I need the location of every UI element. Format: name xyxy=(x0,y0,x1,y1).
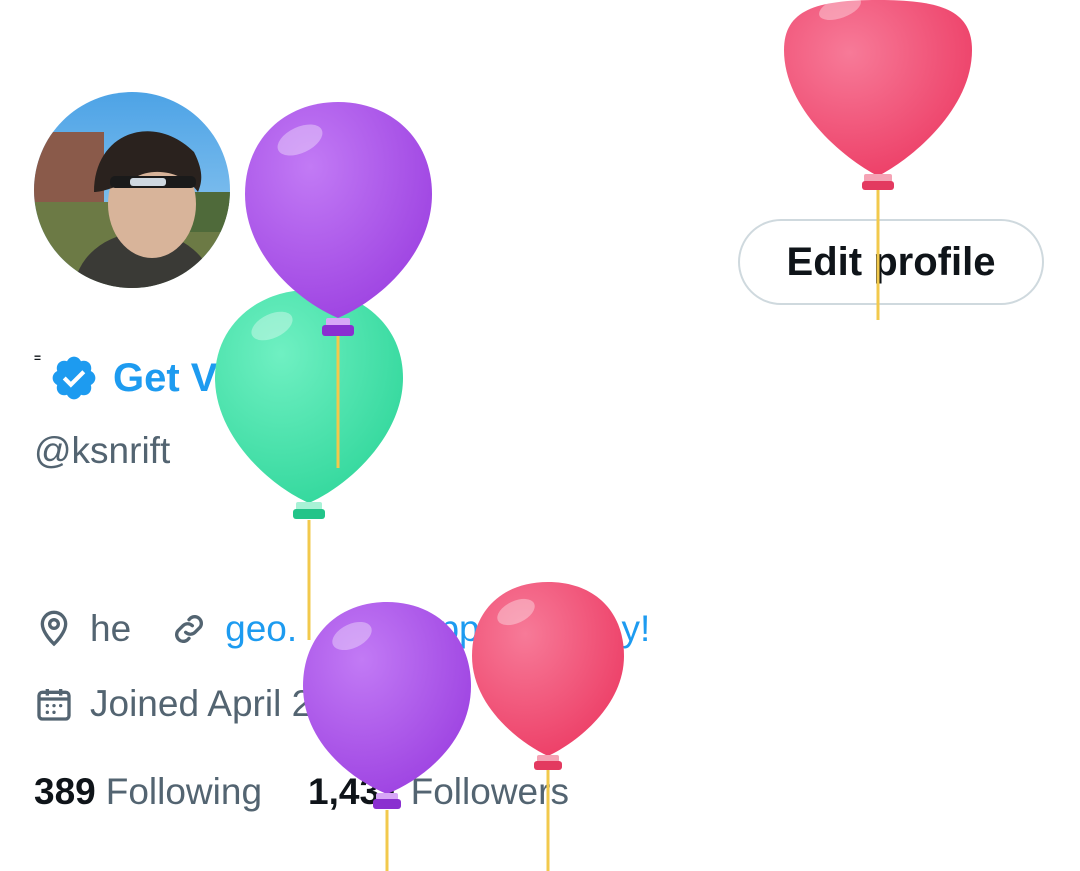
avatar[interactable] xyxy=(34,92,230,288)
name-row: = Get Verified xyxy=(34,350,335,406)
location-text: he xyxy=(90,608,132,649)
follow-stats: 389 Following 1,431 Followers xyxy=(34,766,615,818)
balloon-icon xyxy=(343,612,367,644)
following-label: Following xyxy=(105,771,263,812)
get-verified-link[interactable]: Get Verified xyxy=(113,356,335,401)
profile-meta-row: he geo. Happy birthday! xyxy=(34,604,688,654)
edit-profile-button[interactable]: Edit profile xyxy=(738,219,1044,305)
following-count: 389 xyxy=(34,771,96,812)
location-item: he xyxy=(34,608,131,650)
joined-row: Joined April 2022 xyxy=(34,679,412,729)
website-link[interactable]: geo. xyxy=(225,608,297,650)
user-handle: @ksnrift xyxy=(34,430,171,471)
balloon-purple-top xyxy=(245,102,432,468)
balloon-green xyxy=(215,290,403,640)
following-stat[interactable]: 389 Following xyxy=(34,771,262,813)
location-icon xyxy=(40,610,68,647)
joined-item: Joined April 2022 xyxy=(34,683,374,725)
calendar-icon xyxy=(37,689,71,721)
birthday-item: Happy birthday! xyxy=(335,608,650,650)
birthday-text: Happy birthday! xyxy=(391,608,651,649)
avatar-photo xyxy=(34,92,230,288)
followers-stat[interactable]: 1,431 Followers xyxy=(308,771,569,813)
display-name: = xyxy=(34,351,42,365)
followers-label: Followers xyxy=(410,771,569,812)
verified-badge-icon xyxy=(52,356,96,400)
joined-text: Joined April 2022 xyxy=(90,683,374,724)
link-icon xyxy=(175,615,204,643)
followers-count: 1,431 xyxy=(308,771,401,812)
website-item[interactable]: geo. xyxy=(169,608,297,650)
